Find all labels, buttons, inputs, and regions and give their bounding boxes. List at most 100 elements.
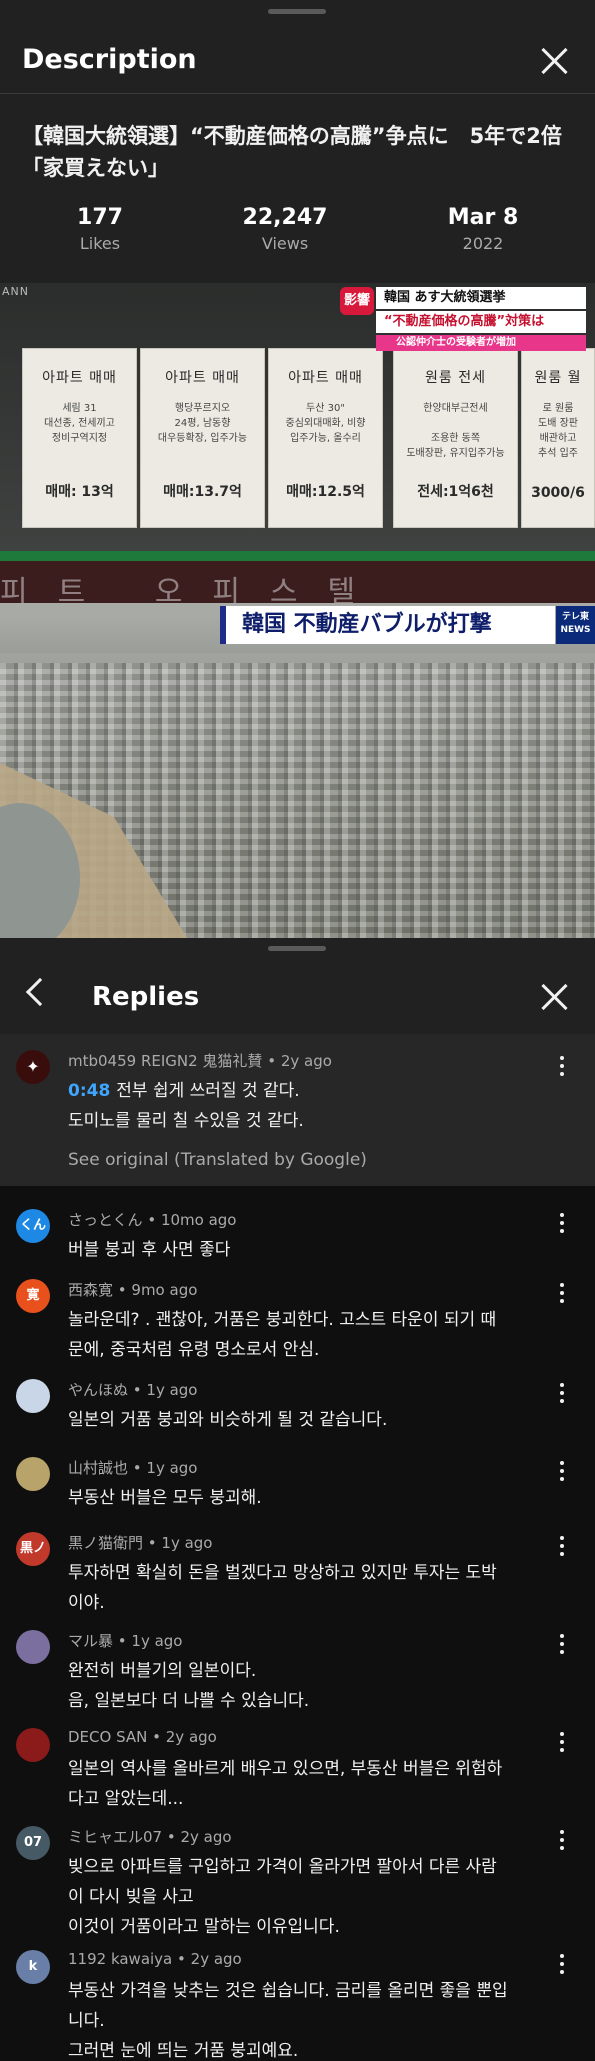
comment-author[interactable]: さっとくん	[68, 1211, 143, 1229]
close-icon[interactable]	[538, 980, 572, 1014]
comment-line: 이 다시 빚을 사고	[68, 1887, 194, 1907]
comment-text: 0:48 전부 쉽게 쓰러질 것 같다. 도미노를 물리 칠 수있을 것 같다.	[68, 1076, 548, 1136]
see-original-link[interactable]: See original (Translated by Google)	[68, 1150, 367, 1170]
date-value: Mar 8	[447, 205, 519, 230]
comment-meta: さっとくん • 10mo ago	[68, 1209, 237, 1230]
comment-line: 그러면 눈에 띄는 거품 붕괴예요.	[68, 2041, 299, 2061]
comment-text: 빚으로 아파트를 구입하고 가격이 올라가면 팔아서 다른 사람이 다시 빚을 …	[68, 1852, 548, 1942]
close-icon[interactable]	[538, 44, 572, 78]
comment-line: 놀라운데? . 괜찮아, 거품은 붕괴한다. 고스트 타운이 되기 때	[68, 1310, 497, 1330]
more-options-icon[interactable]	[552, 1632, 572, 1656]
caption-line3: 公認仲介士の受験者が増加	[376, 335, 586, 351]
comment-line: 빚으로 아파트를 구입하고 가격이 올라가면 팔아서 다른 사람	[68, 1857, 497, 1877]
more-options-icon[interactable]	[552, 1730, 572, 1754]
comment-author[interactable]: 山村誠也	[68, 1459, 128, 1477]
avatar[interactable]	[16, 1630, 50, 1664]
more-options-icon[interactable]	[552, 1054, 572, 1078]
more-options-icon[interactable]	[552, 1534, 572, 1558]
video-title: 【韓国大統領選】“不動産価格の高騰”争点に 5年で2倍「家買えない」	[22, 124, 562, 180]
comment-author[interactable]: 1192 kawaiya	[68, 1950, 172, 1968]
comment-line: 전부 쉽게 쓰러질 것 같다.	[116, 1081, 300, 1101]
avatar[interactable]	[16, 1379, 50, 1413]
drag-handle[interactable]	[268, 946, 326, 951]
views-label: Views	[261, 234, 309, 253]
sheet-head: 원룸 월	[534, 370, 582, 386]
comment-line: 다고 알았는데...	[68, 1789, 184, 1809]
sheet-detail: 한양대부근전세 조용한 동쪽 도배장판, 유지입주가능	[406, 403, 505, 459]
comment-meta: ミヒャエル07 • 2y ago	[68, 1826, 232, 1847]
comment-meta: mtb0459 REIGN2 鬼猫礼賛 • 2y ago	[68, 1052, 332, 1070]
caption-line2: “不動産価格の高騰”対策は	[376, 311, 586, 333]
comment-line: 부동산 버블은 모두 붕괴해.	[68, 1488, 262, 1508]
more-options-icon[interactable]	[552, 1952, 572, 1976]
comment-author[interactable]: mtb0459 REIGN2 鬼猫礼賛	[68, 1052, 262, 1070]
description-header: Description	[0, 30, 595, 94]
video-thumbnail[interactable]: ANN 아파트 매매 세림 31 대선종, 전세끼고 정비구역지정 매매: 13…	[0, 283, 595, 938]
comment-line: 투자하면 확실히 돈을 벌겠다고 망상하고 있지만 투자는 도박	[68, 1563, 497, 1583]
news-caption-bottom: 韓国 不動産バブルが打撃	[220, 606, 555, 644]
caption-line1: 韓国 あす大統領選挙	[376, 287, 586, 309]
comment-author[interactable]: ミヒャエル07	[68, 1828, 162, 1846]
back-arrow-icon[interactable]	[25, 977, 55, 1007]
description-title: Description	[22, 44, 197, 75]
news-caption-top: 影響 韓国 あす大統領選挙 “不動産価格の高騰”対策は 公認仲介士の受験者が増加	[340, 287, 586, 353]
more-options-icon[interactable]	[552, 1381, 572, 1405]
avatar[interactable]: 黒ノ	[16, 1532, 50, 1566]
comment-age: 9mo ago	[131, 1281, 198, 1299]
comment-meta: マル暴 • 1y ago	[68, 1630, 183, 1651]
more-options-icon[interactable]	[552, 1281, 572, 1305]
views-count: 22,247	[242, 205, 328, 230]
comment-author[interactable]: やんほぬ	[68, 1381, 128, 1399]
avatar[interactable]: くん	[16, 1209, 50, 1243]
comment-age: 2y ago	[165, 1728, 217, 1746]
meta-separator: •	[128, 1381, 147, 1399]
likes-count: 177	[77, 205, 123, 230]
replies-title: Replies	[92, 982, 200, 1012]
meta-separator: •	[113, 1281, 132, 1299]
more-options-icon[interactable]	[552, 1459, 572, 1483]
drag-handle[interactable]	[268, 9, 326, 14]
avatar[interactable]: ✦	[16, 1050, 50, 1084]
listing-sheet: 원룸 전세 한양대부근전세 조용한 동쪽 도배장판, 유지입주가능 전세:1억6…	[393, 348, 518, 528]
comment-line: 버블 붕괴 후 사면 좋다	[68, 1240, 231, 1260]
avatar[interactable]: 寛	[16, 1279, 50, 1313]
caption-badge: 影響	[340, 287, 374, 315]
comment-meta: DECO SAN • 2y ago	[68, 1728, 217, 1746]
sheet-detail: 행당푸르지오 24평, 남동향 대우등확장, 입주가능	[157, 403, 248, 444]
thumbnail-top-scene: ANN 아파트 매매 세림 31 대선종, 전세끼고 정비구역지정 매매: 13…	[0, 283, 595, 553]
listing-sheet: 아파트 매매 행당푸르지오 24평, 남동향 대우등확장, 입주가능 매매:13…	[140, 348, 265, 528]
comment-meta: 西森寛 • 9mo ago	[68, 1279, 197, 1300]
comment-author[interactable]: DECO SAN	[68, 1728, 147, 1746]
ann-logo: ANN	[2, 285, 29, 298]
comment-age: 2y ago	[180, 1828, 232, 1846]
comment-meta: 黒ノ猫衛門 • 1y ago	[68, 1532, 213, 1553]
listing-sheet: 아파트 매매 세림 31 대선종, 전세끼고 정비구역지정 매매: 13억	[22, 348, 137, 528]
sheet-detail: 세림 31 대선종, 전세끼고 정비구역지정	[44, 403, 115, 444]
meta-separator: •	[172, 1950, 191, 1968]
comment-author[interactable]: マル暴	[68, 1632, 113, 1650]
comment-author[interactable]: 黒ノ猫衛門	[68, 1534, 143, 1552]
shop-sign: 피트 오피스텔	[0, 561, 595, 610]
more-options-icon[interactable]	[552, 1828, 572, 1852]
sheet-detail: 두산 30" 중심외대매화, 비향 입주가능, 올수리	[285, 403, 366, 444]
sheet-price: 3000/6	[531, 485, 585, 501]
video-timestamp-link[interactable]: 0:48	[68, 1081, 110, 1101]
replies-panel: Replies ✦ mtb0459 REIGN2 鬼猫礼賛 • 2y ago 0…	[0, 940, 595, 2061]
comment-text: 완전히 버블기의 일본이다. 음, 일본보다 더 나쁠 수 있습니다.	[68, 1656, 548, 1716]
comment-line: 이것이 거품이라고 말하는 이유입니다.	[68, 1917, 340, 1937]
avatar[interactable]	[16, 1728, 50, 1762]
sheet-price: 전세:1억6천	[417, 484, 494, 500]
avatar[interactable]: 07	[16, 1826, 50, 1860]
avatar[interactable]	[16, 1457, 50, 1491]
comment-author[interactable]: 西森寛	[68, 1281, 113, 1299]
more-options-icon[interactable]	[552, 1211, 572, 1235]
description-panel: Description 【韓国大統領選】“不動産価格の高騰”争点に 5年で2倍「…	[0, 0, 595, 940]
comment-line: 음, 일본보다 더 나쁠 수 있습니다.	[68, 1691, 310, 1711]
comment-line: 완전히 버블기의 일본이다.	[68, 1661, 257, 1681]
meta-separator: •	[113, 1632, 132, 1650]
comment-text: 일본의 거품 붕괴와 비슷하게 될 것 같습니다.	[68, 1405, 548, 1435]
avatar[interactable]: k	[16, 1950, 50, 1984]
comment-meta: やんほぬ • 1y ago	[68, 1379, 198, 1400]
sheet-head: 아파트 매매	[165, 370, 240, 386]
comment-line: 부동산 가격을 낮추는 것은 쉽습니다. 금리를 올리면 좋을 뿐입	[68, 1981, 508, 2001]
